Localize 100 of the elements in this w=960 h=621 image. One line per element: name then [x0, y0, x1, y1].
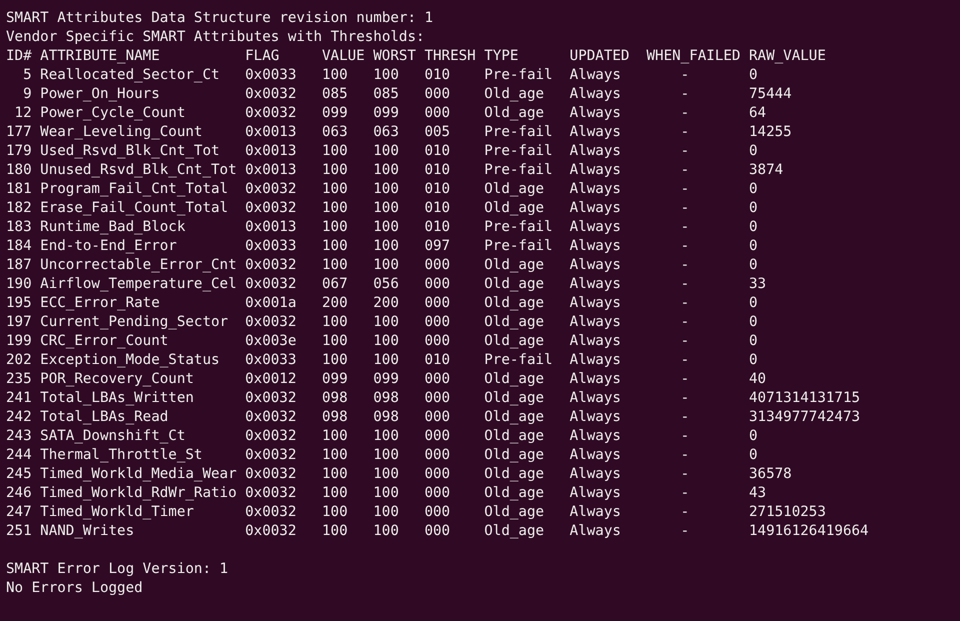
table-cell: 100	[373, 484, 399, 503]
table-cell: -	[680, 408, 690, 427]
table-cell: 000	[424, 275, 450, 294]
table-cell: Timed_Workld_Media_Wear	[40, 465, 237, 484]
table-cell: Always	[570, 408, 621, 427]
table-cell: -	[680, 332, 690, 351]
table-cell: Always	[570, 522, 621, 541]
table-cell: Program_Fail_Cnt_Total	[40, 180, 228, 199]
table-cell: 000	[424, 256, 450, 275]
table-cell: Always	[570, 313, 621, 332]
table-cell: 010	[424, 199, 450, 218]
table-cell: 202	[6, 351, 32, 370]
table-cell: 100	[373, 465, 399, 484]
table-cell: Always	[570, 370, 621, 389]
table-cell: 0	[749, 446, 758, 465]
table-cell: 5	[23, 66, 32, 85]
table-cell: 9	[23, 85, 32, 104]
table-cell: Old_age	[484, 332, 544, 351]
table-cell: 100	[322, 313, 348, 332]
table-cell: 0x0032	[245, 256, 296, 275]
table-cell: 247	[6, 503, 32, 522]
table-cell: 098	[373, 408, 399, 427]
table-cell: 0x0013	[245, 218, 296, 237]
table-cell: Power_On_Hours	[40, 85, 160, 104]
table-cell: 067	[322, 275, 348, 294]
table-cell: Unused_Rsvd_Blk_Cnt_Tot	[40, 161, 237, 180]
table-cell: 100	[373, 161, 399, 180]
table-cell: Old_age	[484, 199, 544, 218]
table-cell: 100	[373, 66, 399, 85]
table-cell: 000	[424, 370, 450, 389]
table-cell: 010	[424, 66, 450, 85]
table-cell: 3874	[749, 161, 784, 180]
table-cell: 100	[373, 446, 399, 465]
table-cell: 063	[373, 123, 399, 142]
column-header: TYPE	[484, 47, 518, 66]
table-cell: Always	[570, 199, 621, 218]
table-cell: Always	[570, 351, 621, 370]
table-cell: 0x0032	[245, 104, 296, 123]
table-cell: 0	[749, 351, 758, 370]
table-cell: 195	[6, 294, 32, 313]
terminal-line: SMART Error Log Version: 1	[6, 560, 228, 579]
table-cell: 010	[424, 161, 450, 180]
table-cell: 000	[424, 313, 450, 332]
table-cell: 187	[6, 256, 32, 275]
table-cell: Timed_Workld_Timer	[40, 503, 194, 522]
table-cell: 0	[749, 332, 758, 351]
table-cell: Always	[570, 66, 621, 85]
table-cell: 098	[322, 389, 348, 408]
table-cell: 010	[424, 218, 450, 237]
table-cell: -	[680, 104, 690, 123]
table-cell: 100	[322, 484, 348, 503]
table-cell: -	[680, 522, 690, 541]
table-cell: 000	[424, 332, 450, 351]
table-cell: 181	[6, 180, 32, 199]
table-cell: Old_age	[484, 180, 544, 199]
table-cell: 000	[424, 408, 450, 427]
table-cell: NAND_Writes	[40, 522, 134, 541]
table-cell: 100	[322, 465, 348, 484]
table-cell: -	[680, 294, 690, 313]
column-header: WHEN_FAILED	[646, 47, 740, 66]
table-cell: 36578	[749, 465, 792, 484]
table-cell: Pre-fail	[484, 123, 553, 142]
table-cell: 100	[322, 503, 348, 522]
column-header: ATTRIBUTE_NAME	[40, 47, 160, 66]
table-cell: -	[680, 237, 690, 256]
table-cell: 0x0032	[245, 180, 296, 199]
table-cell: 0x0012	[245, 370, 296, 389]
table-cell: 0x0032	[245, 85, 296, 104]
table-cell: Wear_Leveling_Count	[40, 123, 202, 142]
table-cell: 100	[373, 199, 399, 218]
table-cell: 100	[373, 256, 399, 275]
table-cell: -	[680, 275, 690, 294]
table-cell: 0x0032	[245, 313, 296, 332]
table-cell: Erase_Fail_Count_Total	[40, 199, 228, 218]
table-cell: ECC_Error_Rate	[40, 294, 160, 313]
table-cell: 099	[373, 370, 399, 389]
table-cell: Always	[570, 465, 621, 484]
table-cell: 75444	[749, 85, 792, 104]
table-cell: Pre-fail	[484, 351, 553, 370]
table-cell: -	[680, 370, 690, 389]
column-header: WORST	[373, 47, 416, 66]
table-cell: Timed_Workld_RdWr_Ratio	[40, 484, 237, 503]
table-cell: 190	[6, 275, 32, 294]
table-cell: 271510253	[749, 503, 826, 522]
table-cell: 000	[424, 104, 450, 123]
table-cell: 0	[749, 313, 758, 332]
table-cell: 0x0033	[245, 351, 296, 370]
table-cell: 000	[424, 446, 450, 465]
table-cell: 0	[749, 218, 758, 237]
table-cell: 0	[749, 180, 758, 199]
table-cell: 199	[6, 332, 32, 351]
table-cell: -	[680, 484, 690, 503]
table-cell: 085	[322, 85, 348, 104]
table-cell: Old_age	[484, 104, 544, 123]
table-cell: Always	[570, 161, 621, 180]
table-cell: 000	[424, 427, 450, 446]
table-cell: Exception_Mode_Status	[40, 351, 220, 370]
table-cell: 197	[6, 313, 32, 332]
table-cell: 251	[6, 522, 32, 541]
table-cell: 097	[424, 237, 450, 256]
